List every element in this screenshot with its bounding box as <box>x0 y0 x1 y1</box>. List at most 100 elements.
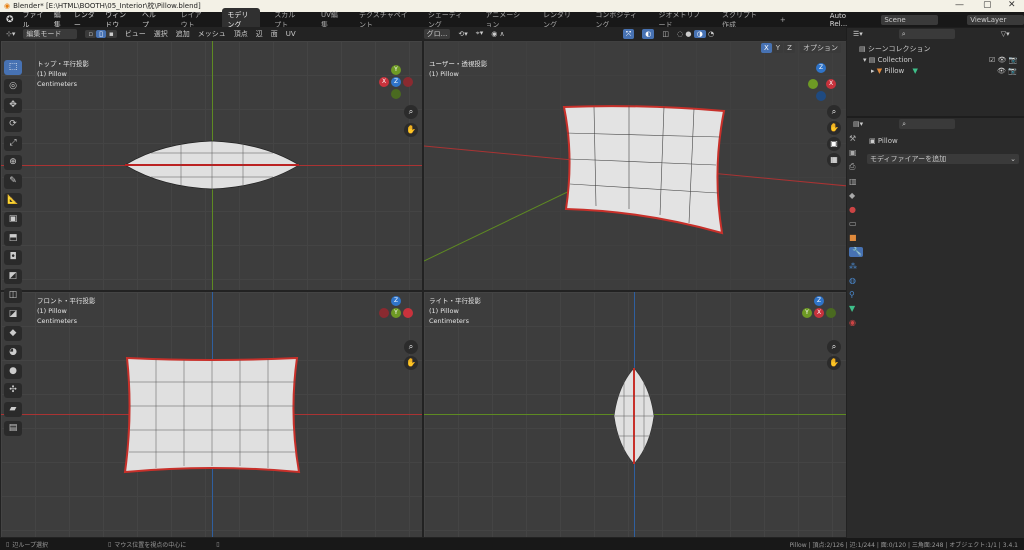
axis-x-button[interactable]: X <box>761 43 772 53</box>
select-box-tool[interactable]: ⬚ <box>4 60 22 75</box>
pan-hand-icon[interactable]: ✋ <box>827 121 841 135</box>
auto-run-label[interactable]: Auto Rel... <box>830 12 859 28</box>
menu-face[interactable]: 面 <box>271 29 278 39</box>
filter-icon[interactable]: ▽▾ <box>1001 30 1010 38</box>
physics-tab-icon[interactable]: ◍ <box>849 276 863 285</box>
axis-z-button[interactable]: Z <box>784 43 795 53</box>
editor-type-icon[interactable]: ▤▾ <box>853 120 863 128</box>
pan-hand-icon[interactable]: ✋ <box>404 123 418 137</box>
object-name: (1) Pillow <box>429 70 459 78</box>
add-cube-tool[interactable]: ▣ <box>4 212 22 227</box>
modifier-tab-icon[interactable]: 🔧 <box>849 247 863 257</box>
inset-tool[interactable]: ◘ <box>4 250 22 265</box>
axis-y-button[interactable]: Y <box>772 43 784 53</box>
material-tab-icon[interactable]: ◉ <box>849 318 863 327</box>
visibility-icons[interactable]: ☑ 👁 📷 <box>989 55 1017 66</box>
menu-add[interactable]: 追加 <box>176 29 190 39</box>
mode-selector[interactable]: 編集モード <box>23 28 78 39</box>
menu-mesh[interactable]: メッシュ <box>198 29 226 39</box>
navigation-gizmo[interactable]: ZX <box>804 63 836 101</box>
pan-hand-icon[interactable]: ✋ <box>404 356 418 370</box>
navigation-gizmo[interactable]: ZYX <box>802 296 836 318</box>
close-button[interactable]: ✕ <box>1008 0 1016 10</box>
rip-tool[interactable]: ▤ <box>4 421 22 436</box>
camera-icon[interactable]: ▣ <box>827 137 841 151</box>
spin-tool[interactable]: ◕ <box>4 345 22 360</box>
move-tool[interactable]: ✥ <box>4 98 22 113</box>
tool-tab-icon[interactable]: ⚒ <box>849 134 863 143</box>
particles-tab-icon[interactable]: ⁂ <box>849 262 863 271</box>
poly-build-tool[interactable]: ◆ <box>4 326 22 341</box>
maximize-button[interactable]: ▢ <box>983 0 992 10</box>
cursor-tool[interactable]: ◎ <box>4 79 22 94</box>
pivot-icon[interactable]: ⟲▾ <box>458 30 467 38</box>
properties-search[interactable]: ⌕ <box>899 119 956 129</box>
pan-hand-icon[interactable]: ✋ <box>827 356 841 370</box>
knife-tool[interactable]: ◪ <box>4 307 22 322</box>
object-name: (1) Pillow <box>37 307 67 315</box>
view-layer-tab-icon[interactable]: ▥ <box>849 177 863 186</box>
grid-icon[interactable]: ▦ <box>827 153 841 167</box>
collection-tab-icon[interactable]: ▭ <box>849 219 863 228</box>
display-mode-icon[interactable]: ☰▾ <box>853 30 863 38</box>
add-modifier-button[interactable]: モディファイアーを追加 ⌄ <box>867 154 1019 164</box>
viewport-user-perspective[interactable]: ユーザー・透視投影 (1) Pillow XYZ オプション ZX ⌕ ✋ ▣ ▦ <box>423 40 847 291</box>
snap-icon[interactable]: ⌖▾ <box>476 29 483 38</box>
menu-uv[interactable]: UV <box>286 30 296 38</box>
gizmo-toggle[interactable]: ⤧ <box>622 28 635 39</box>
add-workspace-button[interactable]: + <box>775 14 791 26</box>
scene-tab-icon[interactable]: ◆ <box>849 191 863 200</box>
visibility-icons[interactable]: 👁 📷 <box>997 66 1017 77</box>
scene-collection-row[interactable]: ▤ シーンコレクション <box>859 44 1024 55</box>
menu-vertex[interactable]: 頂点 <box>234 29 248 39</box>
xray-toggle[interactable]: ◫ <box>662 30 669 38</box>
constraints-tab-icon[interactable]: ⚲ <box>849 290 863 299</box>
editor-type-icon[interactable]: ⊹▾ <box>6 30 15 38</box>
mesh-data-icon[interactable]: ▼ <box>913 67 918 75</box>
navigation-gizmo[interactable]: ZY <box>379 296 413 318</box>
object-tab-icon[interactable]: ■ <box>849 233 863 242</box>
options-button[interactable]: オプション <box>800 43 841 53</box>
blender-menu-icon[interactable]: ✪ <box>6 15 14 25</box>
menu-edge[interactable]: 辺 <box>256 29 263 39</box>
overlay-toggle[interactable]: ◐ <box>642 28 655 39</box>
view-layer-selector[interactable]: ViewLayer <box>967 14 1024 25</box>
loop-cut-tool[interactable]: ◫ <box>4 288 22 303</box>
mirror-axis-buttons[interactable]: XYZ <box>761 43 795 53</box>
world-tab-icon[interactable]: ● <box>849 205 863 214</box>
annotate-tool[interactable]: ✎ <box>4 174 22 189</box>
shading-buttons[interactable]: ◌ ● ◑ ◔ <box>677 29 714 39</box>
proportional-icon[interactable]: ◉ ∧ <box>491 30 504 38</box>
zoom-icon[interactable]: ⌕ <box>404 340 418 354</box>
transform-tool[interactable]: ⊕ <box>4 155 22 170</box>
scene-selector[interactable]: Scene <box>881 14 939 25</box>
outliner-search[interactable]: ⌕ <box>898 29 955 39</box>
bevel-tool[interactable]: ◩ <box>4 269 22 284</box>
units-label: Centimeters <box>37 80 77 88</box>
shear-tool[interactable]: ▰ <box>4 402 22 417</box>
measure-tool[interactable]: 📐 <box>4 193 22 208</box>
extrude-tool[interactable]: ⬒ <box>4 231 22 246</box>
scale-tool[interactable]: ⤢ <box>4 136 22 151</box>
data-tab-icon[interactable]: ▼ <box>849 304 863 313</box>
edge-slide-tool[interactable]: ✣ <box>4 383 22 398</box>
render-tab-icon[interactable]: ▣ <box>849 148 863 157</box>
collection-row[interactable]: ▾ ▤ Collection ☑ 👁 📷 <box>859 55 1024 66</box>
menu-select[interactable]: 選択 <box>154 29 168 39</box>
viewport-top[interactable]: トップ・平行投影 (1) Pillow Centimeters YXZ ⌕ ✋ <box>0 40 423 291</box>
output-tab-icon[interactable]: ⎙ <box>849 162 863 172</box>
zoom-icon[interactable]: ⌕ <box>827 340 841 354</box>
properties-object-name: Pillow <box>877 137 898 145</box>
orientation-selector[interactable]: グロ... <box>423 28 451 39</box>
select-mode-buttons[interactable]: ▫ ▯ ▪ <box>85 29 117 39</box>
viewport-front[interactable]: フロント・平行投影 (1) Pillow Centimeters ZY ⌕ ✋ <box>0 291 423 538</box>
viewport-right[interactable]: ライト・平行投影 (1) Pillow Centimeters ZYX ⌕ ✋ <box>423 291 847 538</box>
navigation-gizmo[interactable]: YXZ <box>379 65 413 99</box>
smooth-tool[interactable]: ● <box>4 364 22 379</box>
rotate-tool[interactable]: ⟳ <box>4 117 22 132</box>
zoom-icon[interactable]: ⌕ <box>404 105 418 119</box>
menu-view[interactable]: ビュー <box>125 29 146 39</box>
object-row-pillow[interactable]: ▸ ▼ Pillow ▼ 👁 📷 <box>859 66 1024 77</box>
zoom-icon[interactable]: ⌕ <box>827 105 841 119</box>
minimize-button[interactable]: — <box>955 0 964 10</box>
